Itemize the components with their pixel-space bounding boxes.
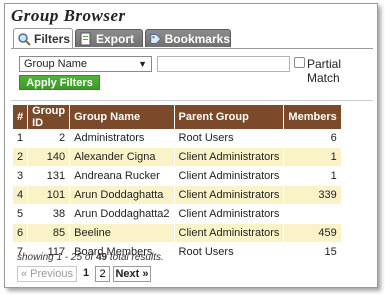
summary-prefix: showing 1 - 25 of [17, 252, 94, 263]
group-id-link[interactable]: 131 [27, 166, 71, 186]
group-name: Administrators [69, 129, 175, 148]
table-row: 1 2 Administrators Root Users 6 [13, 129, 342, 148]
row-index: 1 [13, 129, 29, 148]
parent-group-link[interactable]: Client Administrators [174, 204, 285, 224]
apply-filters-button[interactable]: Apply Filters [19, 75, 100, 90]
row-index: 2 [13, 147, 29, 167]
group-name: Alexander Cigna [69, 147, 175, 167]
group-name: Andreana Rucker [69, 166, 175, 186]
dropdown-arrow-icon: ▼ [138, 59, 147, 69]
members-link[interactable]: 1 [283, 147, 342, 167]
tab-divider [11, 48, 373, 49]
col-header-group-id[interactable]: Group ID [27, 105, 71, 129]
next-page-button[interactable]: Next » [113, 266, 151, 282]
group-id-link[interactable]: 140 [27, 147, 71, 167]
table-row: 4 101 Arun Doddaghatta Client Administra… [13, 185, 342, 205]
page-title: Group Browser [11, 6, 126, 25]
summary-suffix: total results. [109, 252, 164, 263]
row-index: 5 [13, 204, 29, 224]
summary-total: 49 [95, 252, 108, 263]
tab-export-label: Export [96, 31, 135, 46]
tab-filters-label: Filters [34, 31, 71, 46]
members-link[interactable]: 339 [283, 185, 342, 205]
table-row: 3 131 Andreana Rucker Client Administrat… [13, 166, 342, 186]
group-id-link[interactable]: 101 [27, 185, 71, 205]
parent-group-link[interactable]: Root Users [174, 129, 285, 148]
parent-group-link[interactable]: Client Administrators [174, 166, 285, 186]
parent-group-link[interactable]: Root Users [174, 242, 285, 262]
filter-separator [11, 100, 373, 101]
partial-match-checkbox[interactable] [294, 57, 305, 68]
group-name: Beeline [69, 223, 175, 243]
col-header-index[interactable]: # [13, 105, 29, 129]
group-name: Arun Doddaghatta2 [69, 204, 175, 224]
group-id-link[interactable]: 38 [27, 204, 71, 224]
members-link[interactable] [283, 204, 342, 224]
row-index: 6 [13, 223, 29, 243]
table-row: 2 140 Alexander Cigna Client Administrat… [13, 147, 342, 167]
tab-bookmarks-label: Bookmarks [164, 31, 230, 46]
table-row: 5 38 Arun Doddaghatta2 Client Administra… [13, 204, 342, 224]
members-link[interactable]: 1 [283, 166, 342, 186]
col-header-group-name[interactable]: Group Name [69, 105, 175, 129]
page-2-button[interactable]: 2 [95, 266, 110, 282]
tab-bookmarks[interactable]: Bookmarks [145, 29, 231, 47]
row-index: 4 [13, 185, 29, 205]
col-header-parent-group[interactable]: Parent Group [174, 105, 285, 129]
tab-export[interactable]: Export [75, 29, 143, 47]
table-row: 6 85 Beeline Client Administrators 459 [13, 223, 342, 243]
partial-match-label: Partial Match [307, 57, 342, 85]
filter-field-select[interactable]: Group Name ▼ [19, 56, 152, 72]
parent-group-link[interactable]: Client Administrators [174, 185, 285, 205]
row-index: 3 [13, 166, 29, 186]
parent-group-link[interactable]: Client Administrators [174, 223, 285, 243]
page-1-button[interactable]: 1 [79, 266, 93, 282]
col-header-members[interactable]: Members [283, 105, 342, 129]
members-link[interactable]: 15 [283, 242, 342, 262]
export-document-icon [80, 32, 91, 45]
bookmark-tag-icon [150, 33, 162, 44]
members-link[interactable]: 459 [283, 223, 342, 243]
group-name: Arun Doddaghatta [69, 185, 175, 205]
magnifier-icon [18, 32, 31, 46]
table-header-row: # Group ID Group Name Parent Group Membe… [13, 105, 342, 129]
filter-field-value: Group Name [24, 58, 87, 70]
group-id-link[interactable]: 85 [27, 223, 71, 243]
group-table: # Group ID Group Name Parent Group Membe… [13, 105, 342, 262]
parent-group-link[interactable]: Client Administrators [174, 147, 285, 167]
previous-page-button[interactable]: « Previous [17, 266, 77, 282]
group-id-link[interactable]: 2 [27, 129, 71, 148]
results-summary: showing 1 - 25 of 49 total results. [17, 252, 164, 263]
tab-filters[interactable]: Filters [13, 28, 73, 48]
group-browser-window: Group Browser Filters Export Bookmarks G… [4, 3, 378, 288]
filter-search-input[interactable] [157, 56, 290, 72]
members-link[interactable]: 6 [283, 129, 342, 148]
